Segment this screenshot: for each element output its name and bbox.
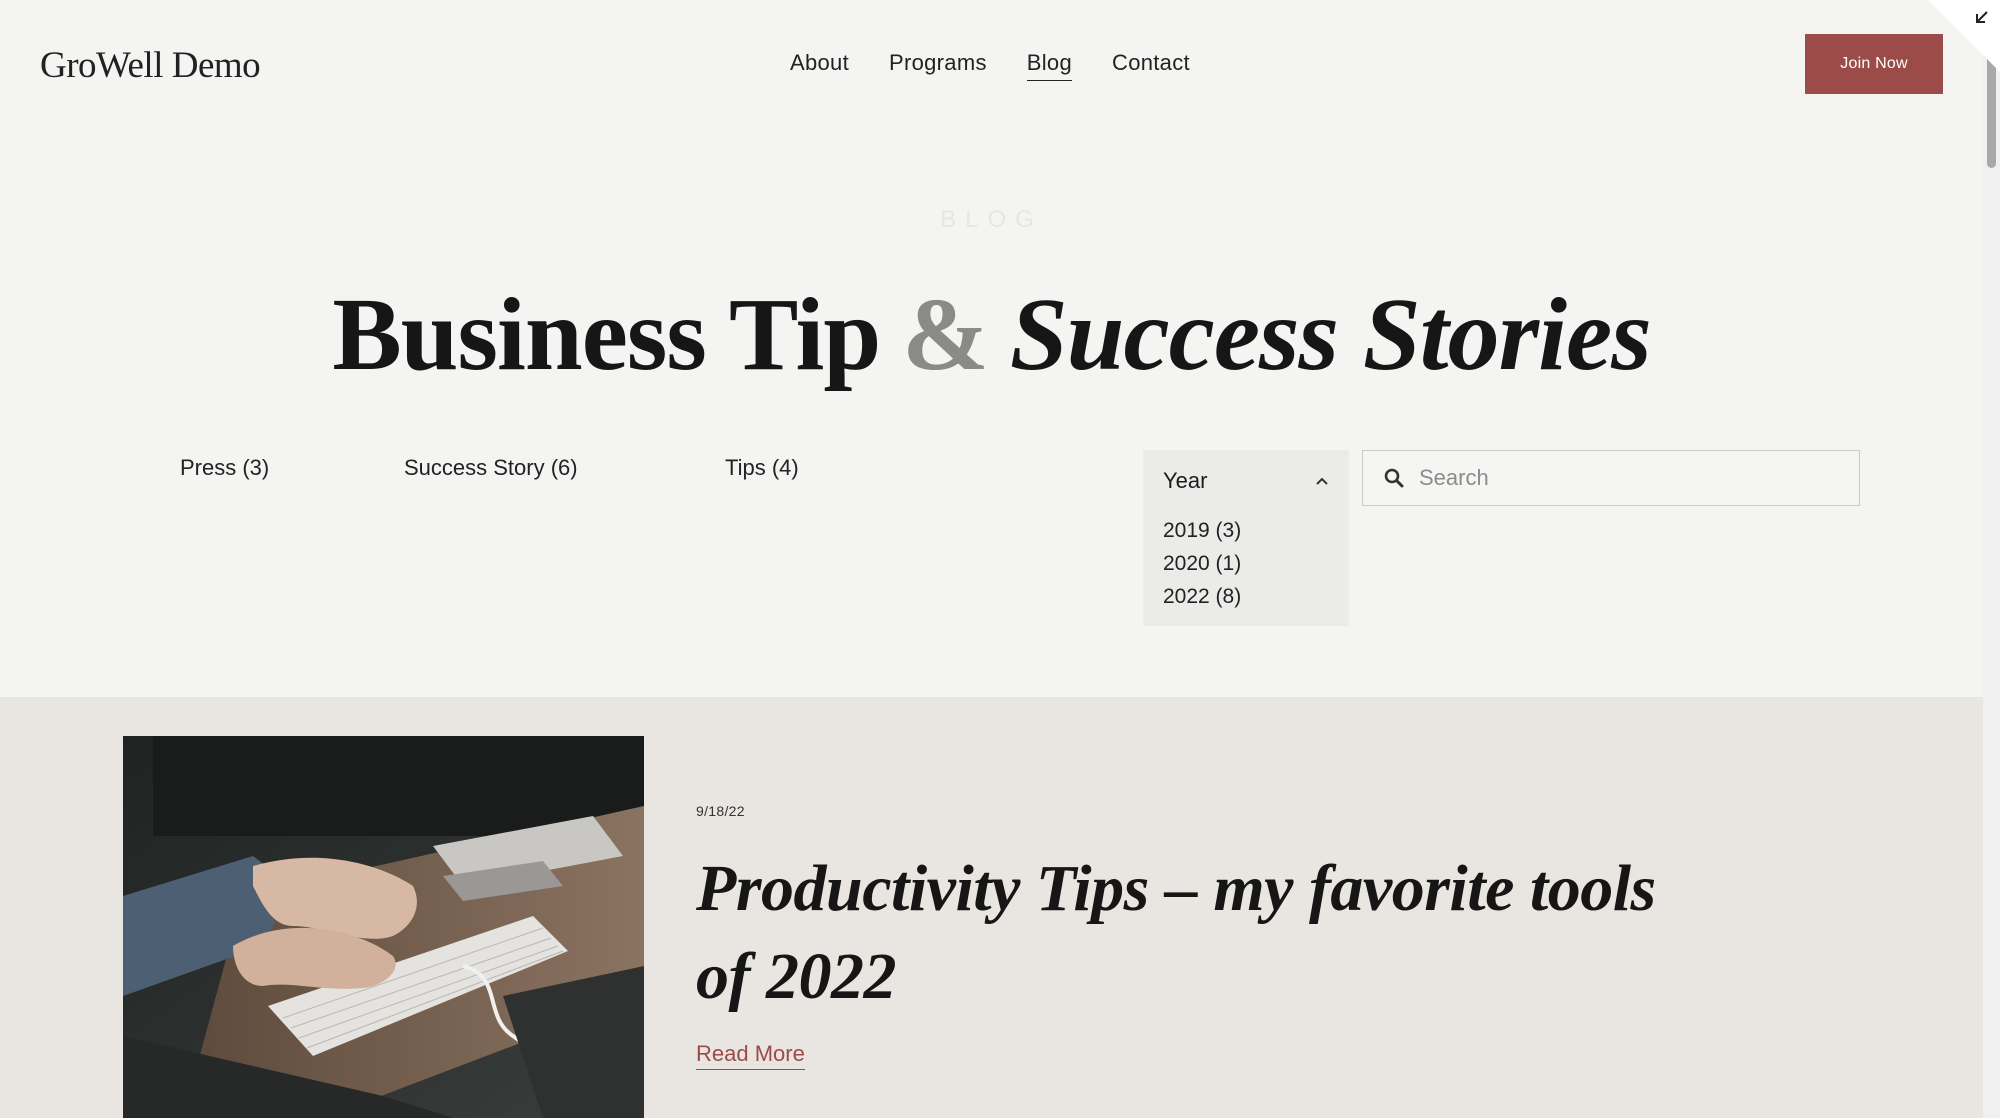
post-title[interactable]: Productivity Tips – my favorite tools of… — [696, 845, 1656, 1021]
read-more-link[interactable]: Read More — [696, 1041, 805, 1070]
category-success-story[interactable]: Success Story (6) — [404, 455, 725, 481]
post-image[interactable] — [123, 736, 644, 1118]
year-dropdown-toggle[interactable]: Year — [1163, 468, 1329, 494]
category-filters: Press (3) Success Story (6) Tips (4) — [180, 455, 799, 481]
chevron-up-icon — [1315, 473, 1329, 489]
nav-contact[interactable]: Contact — [1112, 50, 1190, 81]
category-tips[interactable]: Tips (4) — [725, 455, 799, 481]
nav-about[interactable]: About — [790, 50, 849, 81]
year-option-2020[interactable]: 2020 (1) — [1163, 547, 1329, 580]
nav-programs[interactable]: Programs — [889, 50, 987, 81]
category-press[interactable]: Press (3) — [180, 455, 404, 481]
join-now-button[interactable]: Join Now — [1805, 34, 1943, 94]
page: GroWell Demo About Programs Blog Contact… — [0, 0, 1983, 1118]
post-date: 9/18/22 — [696, 803, 745, 819]
page-eyebrow: BLOG — [940, 206, 1043, 233]
page-scrollbar[interactable] — [1983, 0, 2000, 1118]
search-box — [1362, 450, 1860, 506]
search-input[interactable] — [1419, 465, 1839, 491]
title-ampersand: & — [902, 277, 989, 392]
nav-blog[interactable]: Blog — [1026, 50, 1072, 81]
year-options: 2019 (3) 2020 (1) 2022 (8) — [1163, 514, 1329, 613]
year-option-2019[interactable]: 2019 (3) — [1163, 514, 1329, 547]
title-part-2: Success Stories — [1009, 277, 1652, 392]
search-icon — [1383, 467, 1405, 489]
year-dropdown-label: Year — [1163, 468, 1208, 493]
collapse-corner[interactable] — [1928, 0, 2000, 72]
year-option-2022[interactable]: 2022 (8) — [1163, 580, 1329, 613]
year-dropdown: Year 2019 (3) 2020 (1) 2022 (8) — [1143, 450, 1349, 626]
title-part-1: Business Tip — [332, 277, 881, 392]
posts-section: 9/18/22 Productivity Tips – my favorite … — [0, 697, 1983, 1118]
site-logo[interactable]: GroWell Demo — [40, 44, 261, 87]
page-title: Business Tip & Success Stories — [0, 270, 1983, 400]
main-nav: About Programs Blog Contact — [790, 50, 1190, 81]
